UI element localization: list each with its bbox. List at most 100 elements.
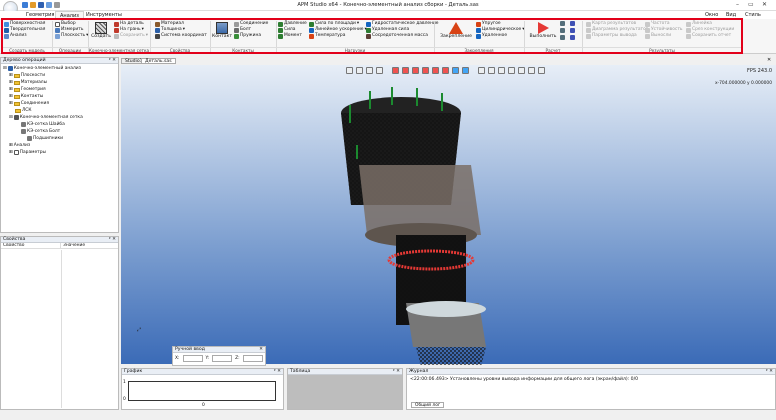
moment-button[interactable]: Момент xyxy=(278,33,307,39)
tree-root[interactable]: ⊟ Конечно-элементный анализ xyxy=(3,65,116,72)
column-divider xyxy=(61,250,62,408)
close-icon[interactable]: ✕ xyxy=(762,1,767,8)
remote-fixing-button[interactable]: Удаленное xyxy=(476,33,524,39)
tree-item[interactable]: ⊞ Геометрия xyxy=(3,86,116,93)
run-button[interactable]: Выполнить xyxy=(528,22,558,39)
view-persp-icon[interactable] xyxy=(462,67,469,74)
view-back-icon[interactable] xyxy=(402,67,409,74)
contact-button[interactable]: Контакт xyxy=(212,22,232,39)
tree-item[interactable]: ⊞ Соединения xyxy=(3,100,116,107)
maximize-icon[interactable]: ▭ xyxy=(748,1,754,8)
tab-detail-sas[interactable]: Деталь.sas xyxy=(141,58,176,64)
mesh-icon xyxy=(95,22,107,34)
panel-close-icon[interactable]: ᵖ ✕ xyxy=(109,58,116,64)
tree-item[interactable]: КЭ-сетка Шайба xyxy=(3,121,116,128)
view-top-icon[interactable] xyxy=(432,67,439,74)
group-label-mesh: Конечно-элементная сетка xyxy=(88,47,150,53)
z-input[interactable] xyxy=(242,355,263,362)
plane-button[interactable]: Плоскость▾ xyxy=(55,33,88,39)
analysis-model-button[interactable]: Анализ xyxy=(4,33,45,39)
tree-item[interactable]: ⊞ Контакты xyxy=(3,93,116,100)
zoom-out-icon[interactable] xyxy=(366,67,373,74)
mesh-icon xyxy=(13,115,19,120)
view-front-icon[interactable] xyxy=(392,67,399,74)
ruler-icon xyxy=(55,27,60,33)
y-input[interactable] xyxy=(212,355,233,362)
tree-item[interactable]: ⊞ Анализ xyxy=(3,142,116,149)
magnify-plus-icon[interactable] xyxy=(488,67,495,74)
mesh-icon xyxy=(21,122,26,127)
temperature-button[interactable]: Температура xyxy=(309,33,367,39)
section-icon xyxy=(686,27,691,33)
group-label-fixings: Закрепления xyxy=(434,47,524,53)
tree-item[interactable]: КЭ-сетка Болт xyxy=(3,128,116,135)
pan-icon[interactable] xyxy=(518,67,525,74)
tree-item[interactable]: ЛСК xyxy=(3,107,116,114)
table-panel: Таблица ᵖ ✕ xyxy=(287,368,403,410)
view-left-icon[interactable] xyxy=(412,67,419,74)
save-mesh-button[interactable]: Сохранить ▾ xyxy=(114,33,148,39)
panel-close-icon[interactable]: ᵖ ✕ xyxy=(109,237,116,243)
tree-item[interactable]: Подшипники xyxy=(3,135,116,142)
tree-item[interactable]: ⊞ Параметры xyxy=(3,149,116,156)
group-label-contacts: Контакты xyxy=(210,47,276,53)
menu-window[interactable]: Окно xyxy=(701,11,722,19)
rotate-icon[interactable] xyxy=(528,67,535,74)
coordinate-system-button[interactable]: Система координат xyxy=(155,33,207,39)
tab-analysis[interactable]: Анализ xyxy=(55,11,84,19)
tab-general-log[interactable]: Общий лог xyxy=(411,402,445,408)
endurance-button[interactable]: Выносли xyxy=(645,33,682,39)
frequency-icon xyxy=(645,21,650,27)
view-iso-icon[interactable] xyxy=(452,67,459,74)
tab-geometry[interactable]: Геометрия xyxy=(22,11,58,19)
panel-close-icon[interactable]: ᵖ ✕ xyxy=(274,369,281,375)
panel-header: Свойства ᵖ ✕ xyxy=(1,237,118,243)
zoom-fit-icon[interactable] xyxy=(346,67,353,74)
magnify-minus-icon[interactable] xyxy=(498,67,505,74)
zoom-window-icon[interactable] xyxy=(376,67,383,74)
magnify-icon[interactable] xyxy=(478,67,485,74)
doc-close-icon[interactable]: ✕ xyxy=(767,57,771,63)
calc-log-icon[interactable] xyxy=(570,35,575,40)
calc-stop-icon[interactable] xyxy=(570,28,575,33)
column-header-value: Значение xyxy=(63,243,86,248)
panel-close-icon[interactable]: ᵖ ✕ xyxy=(766,369,773,375)
fixing-button[interactable]: Закрепление xyxy=(438,22,474,39)
calc-report-icon[interactable] xyxy=(560,35,565,40)
minimize-icon[interactable]: – xyxy=(736,1,739,8)
center-icon[interactable] xyxy=(538,67,545,74)
panel-close-icon[interactable]: ᵖ ✕ xyxy=(393,369,400,375)
temperature-icon xyxy=(309,33,314,39)
folder-icon xyxy=(13,80,20,85)
panel-close-icon[interactable]: ✕ xyxy=(259,347,263,353)
tree-item[interactable]: ⊟ Конечно-элементная сетка xyxy=(3,114,116,121)
axes-icon xyxy=(155,33,160,39)
x-input[interactable] xyxy=(182,355,203,362)
calc-settings-icon[interactable] xyxy=(560,21,565,26)
spring-button[interactable]: Пружина xyxy=(234,33,268,39)
output-params-button[interactable]: Параметры вывода xyxy=(586,33,648,39)
view-right-icon[interactable] xyxy=(422,67,429,74)
tab-tools[interactable]: Инструменты xyxy=(82,11,126,19)
save-icon xyxy=(114,33,119,39)
play-icon xyxy=(537,22,549,34)
3d-viewport[interactable]: FPS 243.0 x-704.000000 y 0.000000 ⤢ xyxy=(121,65,776,365)
tree-item[interactable]: ⊞ Плоскости xyxy=(3,72,116,79)
properties-header-row: Свойство Значение xyxy=(1,243,118,249)
magnify-area-icon[interactable] xyxy=(508,67,515,74)
view-bottom-icon[interactable] xyxy=(442,67,449,74)
save-report-button[interactable]: Сохранить отчет xyxy=(686,33,734,39)
point-mass-button[interactable]: Сосредоточенная масса xyxy=(366,33,439,39)
zoom-in-icon[interactable] xyxy=(356,67,363,74)
calc-options-icon[interactable] xyxy=(560,28,565,33)
elastic-icon xyxy=(476,21,481,27)
menu-style[interactable]: Стиль xyxy=(741,11,765,19)
group-label-properties: Свойства xyxy=(150,47,210,53)
menu-view[interactable]: Вид xyxy=(722,11,740,19)
create-mesh-button[interactable]: Создать xyxy=(90,22,112,39)
diagram-icon xyxy=(586,27,591,33)
calc-batch-icon[interactable] xyxy=(570,21,575,26)
operations-tree-panel: Дерево операций ᵖ ✕ ⊟ Конечно-элементный … xyxy=(0,57,119,233)
group-create-model: Поверхностная Твердотельная Анализ xyxy=(4,21,45,39)
tree-item[interactable]: ⊞ Материалы xyxy=(3,79,116,86)
